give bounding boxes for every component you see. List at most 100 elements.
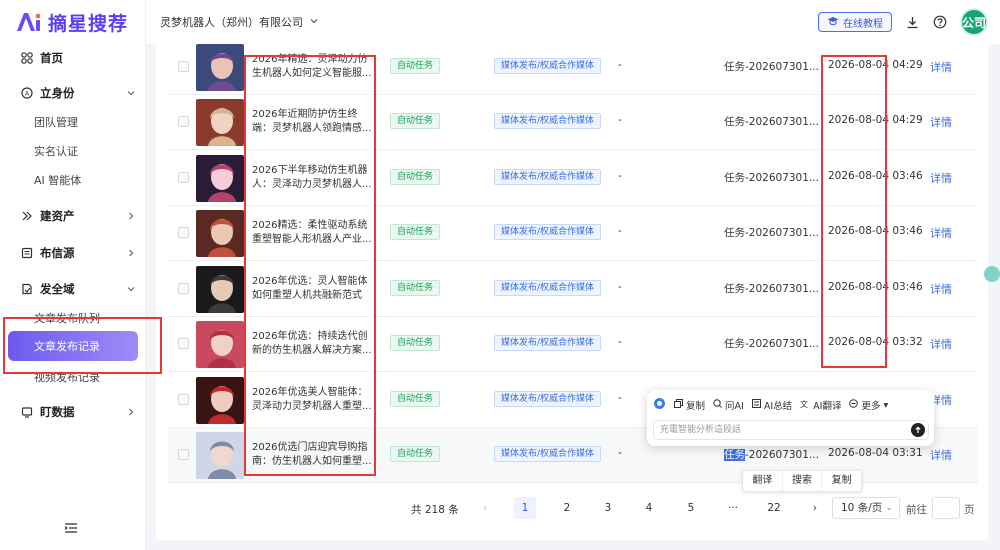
publish-time: 2026-08-04 03:46	[828, 281, 923, 293]
ask-ai-button[interactable]: 问AI	[713, 398, 744, 412]
empty-cell: -	[618, 114, 622, 126]
publish-icon	[20, 282, 34, 296]
ai-summary-button[interactable]: AI总结	[751, 398, 792, 412]
prev-page-button[interactable]: ‹	[474, 497, 496, 519]
collapse-sidebar-icon[interactable]	[64, 522, 80, 536]
task-id-text: -202607301...	[745, 449, 819, 461]
help-icon[interactable]	[932, 14, 948, 30]
sidebar-subitem-team[interactable]: 团队管理	[0, 109, 146, 135]
task-id: 任务-202607301...	[724, 114, 819, 129]
total-count: 共 218 条	[411, 504, 459, 516]
table-row[interactable]: 2026精选：柔性驱动系统重塑智能人形机器人产业... 自动任务 媒体发布/权威合作…	[168, 206, 978, 261]
sidebar-subitem-verify[interactable]: 实名认证	[0, 138, 146, 164]
online-tutorial-button[interactable]: 在线教程	[818, 12, 892, 32]
page-button[interactable]: 22	[763, 497, 785, 519]
row-checkbox[interactable]	[178, 116, 189, 127]
row-checkbox[interactable]	[178, 394, 189, 405]
sidebar-subitem-article-queue[interactable]: 文章发布队列	[0, 305, 146, 331]
article-title[interactable]: 2026精选：柔性驱动系统重塑智能人形机器人产业...	[252, 219, 372, 247]
page-scrollbar[interactable]	[996, 44, 1000, 540]
graduation-cap-icon	[827, 16, 839, 29]
sidebar-item-home[interactable]: 首页	[0, 44, 146, 72]
send-icon[interactable]	[911, 423, 925, 437]
article-title[interactable]: 2026年精选：灵泽动力仿生机器人如何定义智能服...	[252, 53, 372, 81]
translate-menu-item[interactable]: 翻译	[743, 471, 783, 491]
table-row[interactable]: 2026年优选：持续迭代创新的仿生机器人解决方案... 自动任务 媒体发布/权威合作…	[168, 317, 978, 372]
ask-ai-label: 问AI	[725, 401, 744, 412]
copy-label: 复制	[686, 401, 706, 412]
article-title[interactable]: 2026年优选美人智能体：灵泽动力灵梦机器人重塑...	[252, 386, 372, 414]
page-button[interactable]: 5	[680, 497, 702, 519]
sidebar-subitem-agent[interactable]: AI 智能体	[0, 167, 146, 193]
article-thumbnail	[196, 321, 244, 368]
page-button[interactable]: 3	[597, 497, 619, 519]
document-icon	[20, 246, 34, 260]
channel-tag: 媒体发布/权威合作媒体	[494, 280, 602, 296]
article-title[interactable]: 2026年优选：持续迭代创新的仿生机器人解决方案...	[252, 330, 372, 358]
detail-link[interactable]: 详情	[930, 170, 952, 186]
copy-button[interactable]: 复制	[674, 398, 705, 412]
detail-link[interactable]: 详情	[930, 336, 952, 352]
article-title[interactable]: 2026优选门店迎宾导购指南：仿生机器人如何重塑...	[252, 441, 372, 469]
ai-prompt-input[interactable]: 充電智能分析這段話	[653, 420, 929, 440]
chevron-right-icon	[126, 247, 136, 261]
sidebar-subitem-article-records[interactable]: 文章发布记录	[8, 331, 138, 361]
detail-link[interactable]: 详情	[930, 225, 952, 241]
detail-link[interactable]: 详情	[930, 281, 952, 297]
search-menu-item[interactable]: 搜索	[783, 471, 823, 491]
grid-icon	[20, 51, 34, 65]
row-checkbox[interactable]	[178, 338, 189, 349]
page-suffix: 页	[964, 504, 975, 516]
detail-link[interactable]: 详情	[930, 447, 952, 463]
ask-ai-icon	[713, 399, 722, 411]
page-size-value: 10 条/页	[841, 502, 883, 514]
more-button[interactable]: 更多 ▾	[849, 398, 888, 412]
page-ellipsis[interactable]: ···	[722, 497, 744, 519]
floating-assistant-icon[interactable]	[984, 266, 1000, 282]
sidebar-item-data[interactable]: 盯数据	[0, 398, 146, 426]
page-button[interactable]: 4	[638, 497, 660, 519]
table-row[interactable]: 2026下半年移动仿生机器人：灵泽动力灵梦机器人... 自动任务 媒体发布/权威合作…	[168, 151, 978, 206]
row-checkbox[interactable]	[178, 227, 189, 238]
channel-tag: 媒体发布/权威合作媒体	[494, 391, 602, 407]
mode-tag: 自动任务	[390, 280, 441, 296]
detail-link[interactable]: 详情	[930, 114, 952, 130]
row-checkbox[interactable]	[178, 283, 189, 294]
company-switcher[interactable]: 灵梦机器人（郑州）有限公司	[160, 14, 319, 30]
logo[interactable]: 摘星搜荐	[0, 0, 145, 44]
article-title[interactable]: 2026年近期防护仿生终端：灵梦机器人领跑情感...	[252, 108, 372, 136]
ai-translate-button[interactable]: 文 AI翻译	[800, 398, 841, 412]
goto-page-input[interactable]	[932, 497, 960, 519]
empty-cell: -	[618, 281, 622, 293]
copy-menu-item[interactable]: 复制	[822, 471, 861, 491]
publish-time: 2026-08-04 03:31	[828, 447, 923, 459]
caret-down-icon: ▾	[883, 399, 889, 411]
page-button[interactable]: 1	[514, 497, 536, 519]
next-page-button[interactable]: ›	[804, 497, 826, 519]
row-checkbox[interactable]	[178, 172, 189, 183]
empty-cell: -	[618, 225, 622, 237]
row-checkbox[interactable]	[178, 61, 189, 72]
summary-icon	[751, 399, 761, 411]
sidebar-item-publish[interactable]: 发全域	[0, 275, 146, 303]
more-label: 更多	[861, 401, 881, 412]
table-row[interactable]: 2026年优选：灵人智能体如何重塑人机共融新范式 自动任务 媒体发布/权威合作媒体 -…	[168, 262, 978, 317]
article-title[interactable]: 2026年优选：灵人智能体如何重塑人机共融新范式	[252, 275, 372, 303]
row-checkbox[interactable]	[178, 449, 189, 460]
article-title[interactable]: 2026下半年移动仿生机器人：灵泽动力灵梦机器人...	[252, 164, 372, 192]
sidebar-item-assets[interactable]: 建资产	[0, 202, 146, 230]
page-button[interactable]: 2	[556, 497, 578, 519]
download-icon[interactable]	[904, 14, 920, 30]
table-row[interactable]: 2026年精选：灵泽动力仿生机器人如何定义智能服... 自动任务 媒体发布/权威合作…	[168, 44, 978, 95]
assets-icon	[20, 209, 34, 223]
sidebar-item-identity[interactable]: A 立身份	[0, 79, 146, 107]
sidebar-item-sources[interactable]: 布信源	[0, 239, 146, 267]
avatar[interactable]: 公司	[960, 8, 988, 36]
sidebar-subitem-video-records[interactable]: 视频发布记录	[0, 364, 146, 390]
detail-link[interactable]: 详情	[930, 59, 952, 75]
page-size-select[interactable]: 10 条/页 ⌄	[832, 497, 900, 519]
table-row[interactable]: 2026年近期防护仿生终端：灵梦机器人领跑情感... 自动任务 媒体发布/权威合作媒…	[168, 95, 978, 150]
chevron-down-icon	[126, 283, 136, 297]
chevron-down-icon	[309, 16, 319, 29]
mode-tag: 自动任务	[390, 169, 441, 185]
